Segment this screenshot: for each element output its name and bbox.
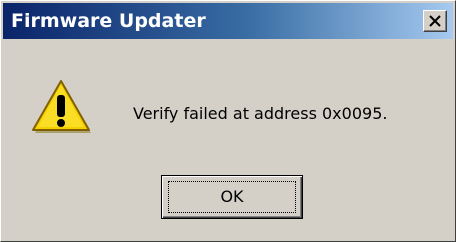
close-button[interactable] <box>423 10 447 32</box>
warning-icon <box>32 80 91 133</box>
close-icon <box>429 15 441 27</box>
title-bar[interactable]: Firmware Updater <box>3 3 453 39</box>
ok-button-label: OK <box>220 187 244 206</box>
ok-button[interactable]: OK <box>161 175 303 219</box>
window-title: Firmware Updater <box>11 10 206 32</box>
firmware-updater-dialog: Firmware Updater Verify failed at addres… <box>0 0 456 242</box>
error-message: Verify failed at address 0x0095. <box>133 104 388 123</box>
